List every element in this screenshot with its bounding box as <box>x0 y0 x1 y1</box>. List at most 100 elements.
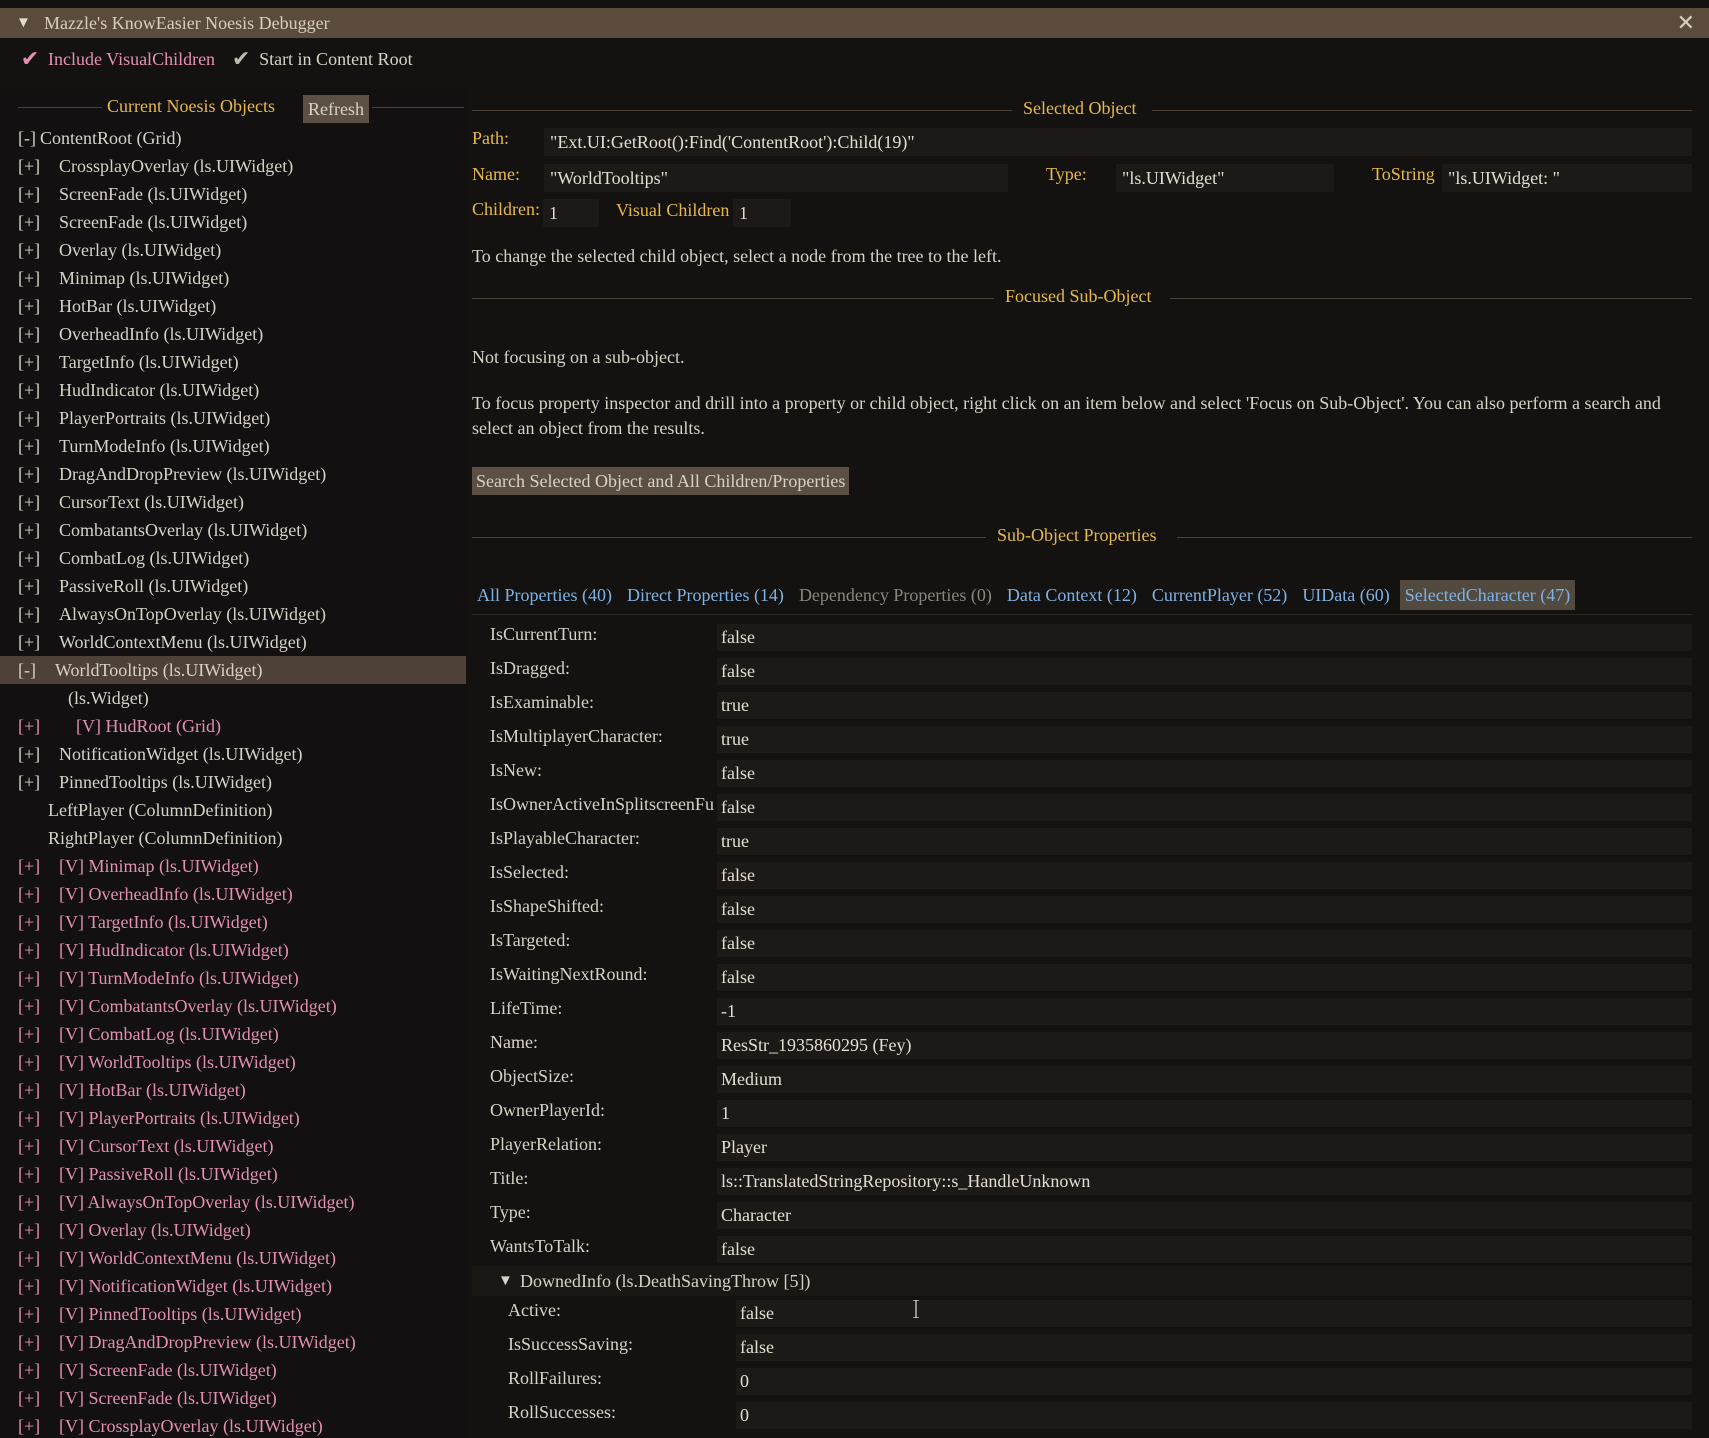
expand-toggle[interactable]: [+] <box>18 1188 40 1216</box>
property-row[interactable]: Type: Character <box>472 1198 1692 1232</box>
property-row[interactable]: Active: false <box>472 1296 1692 1330</box>
tree-item[interactable]: [+] AlwaysOnTopOverlay (ls.UIWidget) <box>0 600 466 628</box>
tree-item[interactable]: LeftPlayer (ColumnDefinition) <box>0 796 466 824</box>
expand-toggle[interactable]: [+] <box>18 628 40 656</box>
tree-item[interactable]: [+] [V] WorldTooltips (ls.UIWidget) <box>0 1048 466 1076</box>
tree-item[interactable]: [+] [V] TargetInfo (ls.UIWidget) <box>0 908 466 936</box>
tree-item[interactable]: [+] [V] HudIndicator (ls.UIWidget) <box>0 936 466 964</box>
expand-toggle[interactable]: [+] <box>18 740 40 768</box>
tree-item[interactable]: [+] Minimap (ls.UIWidget) <box>0 264 466 292</box>
property-value[interactable]: -1 <box>717 998 1692 1025</box>
expand-toggle[interactable]: [+] <box>18 292 40 320</box>
property-row[interactable]: Title: ls::TranslatedStringRepository::s_… <box>472 1164 1692 1198</box>
expand-toggle[interactable]: [+] <box>18 1272 40 1300</box>
property-row[interactable]: IsNew: false <box>472 756 1692 790</box>
tostring-field[interactable]: "ls.UIWidget: " <box>1442 164 1692 192</box>
property-value[interactable]: false <box>736 1334 1692 1361</box>
tree-item[interactable]: [+] [V] Overlay (ls.UIWidget) <box>0 1216 466 1244</box>
expand-toggle[interactable]: [+] <box>18 768 40 796</box>
expand-toggle[interactable]: [+] <box>18 1132 40 1160</box>
expand-toggle[interactable]: [+] <box>18 1328 40 1356</box>
tree-item[interactable]: [+] [V] PinnedTooltips (ls.UIWidget) <box>0 1300 466 1328</box>
tree-item[interactable]: [+] [V] NotificationWidget (ls.UIWidget) <box>0 1272 466 1300</box>
tree-item[interactable]: RightPlayer (ColumnDefinition) <box>0 824 466 852</box>
property-row[interactable]: RollSuccesses: 0 <box>472 1398 1692 1432</box>
tree-item[interactable]: [+] [V] CombatantsOverlay (ls.UIWidget) <box>0 992 466 1020</box>
expand-toggle[interactable]: [+] <box>18 488 40 516</box>
property-value[interactable]: false <box>717 896 1692 923</box>
expand-toggle[interactable]: [+] <box>18 1076 40 1104</box>
expand-toggle[interactable]: [+] <box>18 1104 40 1132</box>
property-value[interactable]: 0 <box>736 1368 1692 1395</box>
property-row[interactable]: IsDragged: false <box>472 654 1692 688</box>
tree-item[interactable]: [+] [V] ScreenFade (ls.UIWidget) <box>0 1384 466 1412</box>
tree-item[interactable]: [+] [V] OverheadInfo (ls.UIWidget) <box>0 880 466 908</box>
property-row[interactable]: IsWaitingNextRound: false <box>472 960 1692 994</box>
property-value[interactable]: false <box>717 862 1692 889</box>
tree-item[interactable]: [+] PinnedTooltips (ls.UIWidget) <box>0 768 466 796</box>
tree-item[interactable]: [+] [V] AlwaysOnTopOverlay (ls.UIWidget) <box>0 1188 466 1216</box>
property-row[interactable]: IsSuccessSaving: false <box>472 1330 1692 1364</box>
property-row[interactable]: IsExaminable: true <box>472 688 1692 722</box>
start-in-content-root-checkbox[interactable]: ✔ Start in Content Root <box>229 46 413 71</box>
property-row[interactable]: OwnerPlayerId: 1 <box>472 1096 1692 1130</box>
property-tab[interactable]: SelectedCharacter (47) <box>1399 580 1576 610</box>
property-value[interactable]: Medium <box>717 1066 1692 1093</box>
expand-toggle[interactable]: [+] <box>18 712 40 740</box>
tree-item[interactable]: [+] Overlay (ls.UIWidget) <box>0 236 466 264</box>
property-value[interactable]: false <box>736 1300 1692 1327</box>
tree-item[interactable]: [+] NotificationWidget (ls.UIWidget) <box>0 740 466 768</box>
tree-item[interactable]: [+] [V] HudRoot (Grid) <box>0 712 466 740</box>
property-row[interactable]: PlayerRelation: Player <box>472 1130 1692 1164</box>
expand-toggle[interactable]: [+] <box>18 1384 40 1412</box>
tree-item[interactable]: [+] CombatantsOverlay (ls.UIWidget) <box>0 516 466 544</box>
tree-item[interactable]: [+] [V] CrossplayOverlay (ls.UIWidget) <box>0 1412 466 1438</box>
property-value[interactable]: true <box>717 828 1692 855</box>
property-tab[interactable]: Data Context (12) <box>1002 580 1142 610</box>
downed-info-group[interactable]: ▼ DownedInfo (ls.DeathSavingThrow [5]) <box>472 1266 1692 1296</box>
name-field[interactable]: "WorldTooltips" <box>544 164 1008 192</box>
tree-item[interactable]: [+] [V] Minimap (ls.UIWidget) <box>0 852 466 880</box>
property-tab[interactable]: Direct Properties (14) <box>622 580 789 610</box>
tree-item[interactable]: [+] [V] TurnModeInfo (ls.UIWidget) <box>0 964 466 992</box>
property-row[interactable]: LifeTime: -1 <box>472 994 1692 1028</box>
children-count-field[interactable]: 1 <box>543 199 599 227</box>
property-row[interactable]: RollFailures: 0 <box>472 1364 1692 1398</box>
property-row[interactable]: IsCurrentTurn: false <box>472 620 1692 654</box>
expand-toggle[interactable]: [+] <box>18 320 40 348</box>
expand-toggle[interactable]: [+] <box>18 852 40 880</box>
expand-toggle[interactable]: [+] <box>18 1412 40 1438</box>
expand-arrow-icon[interactable]: ▼ <box>498 1266 513 1296</box>
property-value[interactable]: true <box>717 726 1692 753</box>
tree-item[interactable]: [+] [V] CombatLog (ls.UIWidget) <box>0 1020 466 1048</box>
property-row[interactable]: IsPlayableCharacter: true <box>472 824 1692 858</box>
property-value[interactable]: Player <box>717 1134 1692 1161</box>
property-tab[interactable]: CurrentPlayer (52) <box>1147 580 1292 610</box>
expand-toggle[interactable]: [+] <box>18 936 40 964</box>
tree-item[interactable]: [+] [V] CursorText (ls.UIWidget) <box>0 1132 466 1160</box>
property-value[interactable]: false <box>717 794 1692 821</box>
expand-toggle[interactable]: [+] <box>18 992 40 1020</box>
visual-children-count-field[interactable]: 1 <box>733 199 791 227</box>
tree-item[interactable]: [+] TargetInfo (ls.UIWidget) <box>0 348 466 376</box>
property-row[interactable]: IsOwnerActiveInSplitscreenFu false <box>472 790 1692 824</box>
expand-toggle[interactable]: [+] <box>18 208 40 236</box>
property-value[interactable]: false <box>717 658 1692 685</box>
expand-toggle[interactable]: [+] <box>18 1160 40 1188</box>
property-value[interactable]: false <box>717 930 1692 957</box>
expand-toggle[interactable]: [+] <box>18 1244 40 1272</box>
include-visual-children-checkbox[interactable]: ✔ Include VisualChildren <box>18 46 215 71</box>
type-field[interactable]: "ls.UIWidget" <box>1116 164 1334 192</box>
expand-toggle[interactable]: [+] <box>18 516 40 544</box>
tree-item[interactable]: [+] HotBar (ls.UIWidget) <box>0 292 466 320</box>
collapse-toggle[interactable]: [-] <box>18 656 36 684</box>
expand-toggle[interactable]: [+] <box>18 1048 40 1076</box>
collapse-toggle[interactable]: [-] <box>18 124 36 152</box>
tree-item[interactable]: [+] PlayerPortraits (ls.UIWidget) <box>0 404 466 432</box>
expand-toggle[interactable]: [+] <box>18 572 40 600</box>
expand-toggle[interactable]: [+] <box>18 908 40 936</box>
expand-toggle[interactable]: [+] <box>18 152 40 180</box>
expand-toggle[interactable]: [+] <box>18 964 40 992</box>
tree-item[interactable]: (ls.Widget) <box>0 684 466 712</box>
tree-item[interactable]: [+] ScreenFade (ls.UIWidget) <box>0 208 466 236</box>
